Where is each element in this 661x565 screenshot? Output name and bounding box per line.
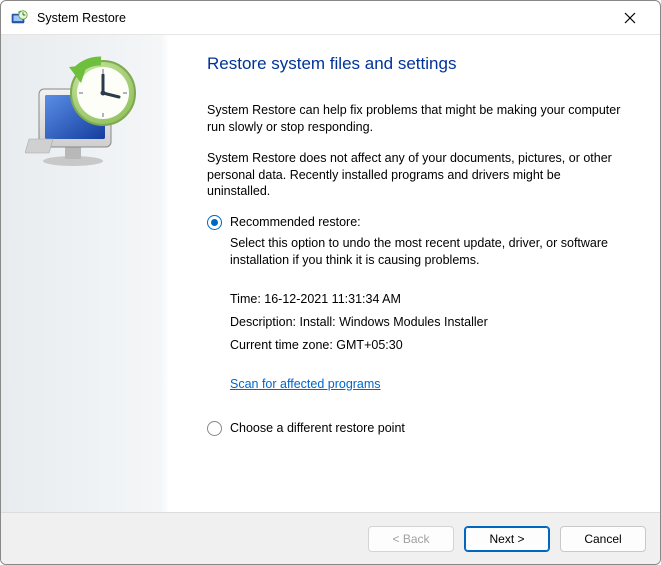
restore-timezone: Current time zone: GMT+05:30 [230, 337, 610, 354]
restore-time: Time: 16-12-2021 11:31:34 AM [230, 291, 610, 308]
system-restore-window: System Restore [0, 0, 661, 565]
content-area: Restore system files and settings System… [169, 35, 660, 512]
window-title: System Restore [37, 11, 610, 25]
next-button[interactable]: Next > [464, 526, 550, 552]
app-icon [11, 9, 29, 27]
radio-recommended[interactable] [207, 215, 222, 230]
option-different-label: Choose a different restore point [230, 420, 405, 437]
sidebar [1, 35, 169, 512]
back-button: < Back [368, 526, 454, 552]
dialog-body: Restore system files and settings System… [1, 35, 660, 512]
titlebar: System Restore [1, 1, 660, 35]
radio-different[interactable] [207, 421, 222, 436]
scan-affected-programs-link[interactable]: Scan for affected programs [230, 376, 381, 393]
option-recommended-restore[interactable]: Recommended restore: [207, 214, 636, 231]
option-different-restore-point[interactable]: Choose a different restore point [207, 420, 636, 437]
footer: < Back Next > Cancel [1, 512, 660, 564]
page-title: Restore system files and settings [207, 53, 636, 76]
option-recommended-body: Select this option to undo the most rece… [230, 235, 610, 410]
cancel-button[interactable]: Cancel [560, 526, 646, 552]
intro-paragraph-2: System Restore does not affect any of yo… [207, 150, 627, 201]
intro-paragraph-1: System Restore can help fix problems tha… [207, 102, 627, 136]
system-restore-illustration-icon [25, 53, 145, 176]
option-recommended-label: Recommended restore: [230, 214, 361, 231]
close-icon[interactable] [610, 4, 650, 32]
option-recommended-description: Select this option to undo the most rece… [230, 235, 610, 269]
restore-description: Description: Install: Windows Modules In… [230, 314, 610, 331]
